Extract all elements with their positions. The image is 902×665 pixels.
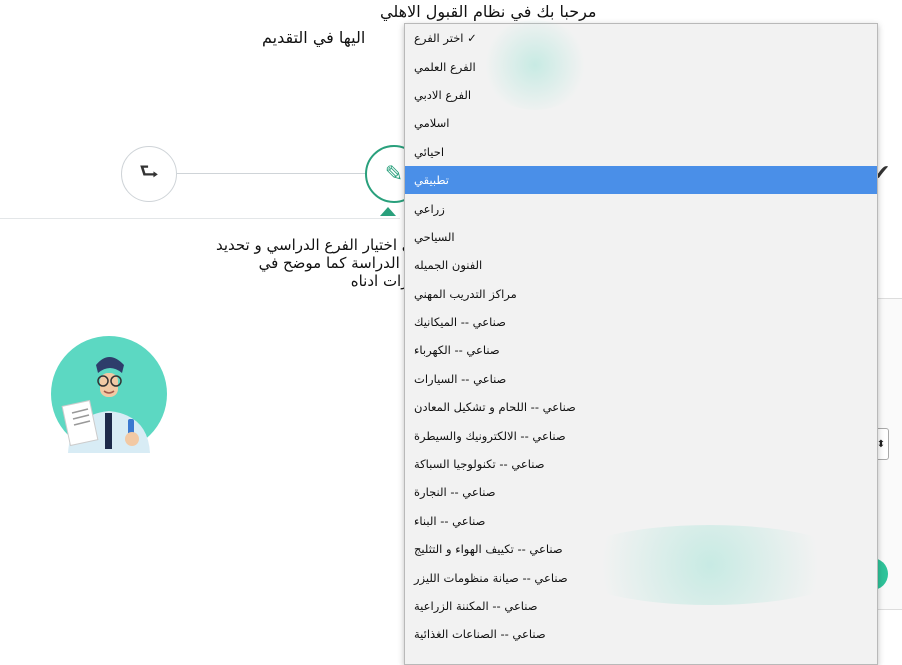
dropdown-option[interactable]: اختر الفرع ✓ <box>405 24 877 52</box>
dropdown-option[interactable]: صناعي -- الالكترونيك والسيطرة <box>405 421 877 449</box>
dropdown-option[interactable]: الفرع العلمي <box>405 52 877 80</box>
welcome-title: مرحبا بك في نظام القبول الاهلي <box>380 2 597 21</box>
dropdown-option[interactable]: الفنون الجميله <box>405 251 877 279</box>
dropdown-option[interactable]: صناعي -- السيارات <box>405 365 877 393</box>
welcome-subtitle: اليها في التقديم <box>262 28 366 47</box>
sign-in-icon: ⮑ <box>139 160 159 185</box>
section-divider <box>0 218 400 219</box>
student-avatar-illustration <box>51 336 167 453</box>
dropdown-option[interactable]: صناعي -- النجارة <box>405 478 877 506</box>
dropdown-option[interactable]: مراكز التدريب المهني <box>405 280 877 308</box>
dropdown-option[interactable]: الفرع الادبي <box>405 81 877 109</box>
dropdown-option[interactable]: صناعي -- الصناعات الغذائية <box>405 620 877 648</box>
instructions-text: يرجى اختيار الفرع الدراسي و تحديد وجهة ا… <box>215 236 436 290</box>
dropdown-option[interactable]: صناعي -- تكنولوجيا السباكة <box>405 450 877 478</box>
active-step-pointer <box>380 207 396 216</box>
dropdown-option[interactable]: صناعي -- الميكانيك <box>405 308 877 336</box>
dropdown-option[interactable]: اسلامي <box>405 109 877 137</box>
decorative-glow <box>560 525 860 605</box>
dropdown-option[interactable]: السياحي <box>405 223 877 251</box>
stepper-line <box>177 173 365 174</box>
select-arrows-icon: ⬍ <box>876 438 886 450</box>
dropdown-option[interactable]: احيائي <box>405 138 877 166</box>
dropdown-option[interactable]: زراعي <box>405 194 877 222</box>
pencil-icon: ✎ <box>384 161 404 187</box>
dropdown-option[interactable]: صناعي -- اللحام و تشكيل المعادن <box>405 393 877 421</box>
step-login[interactable]: ⮑ <box>121 146 177 202</box>
decorative-glow <box>480 20 590 110</box>
dropdown-option[interactable]: تطبيقي <box>405 165 877 195</box>
dropdown-option[interactable]: صناعي -- الكهرباء <box>405 336 877 364</box>
